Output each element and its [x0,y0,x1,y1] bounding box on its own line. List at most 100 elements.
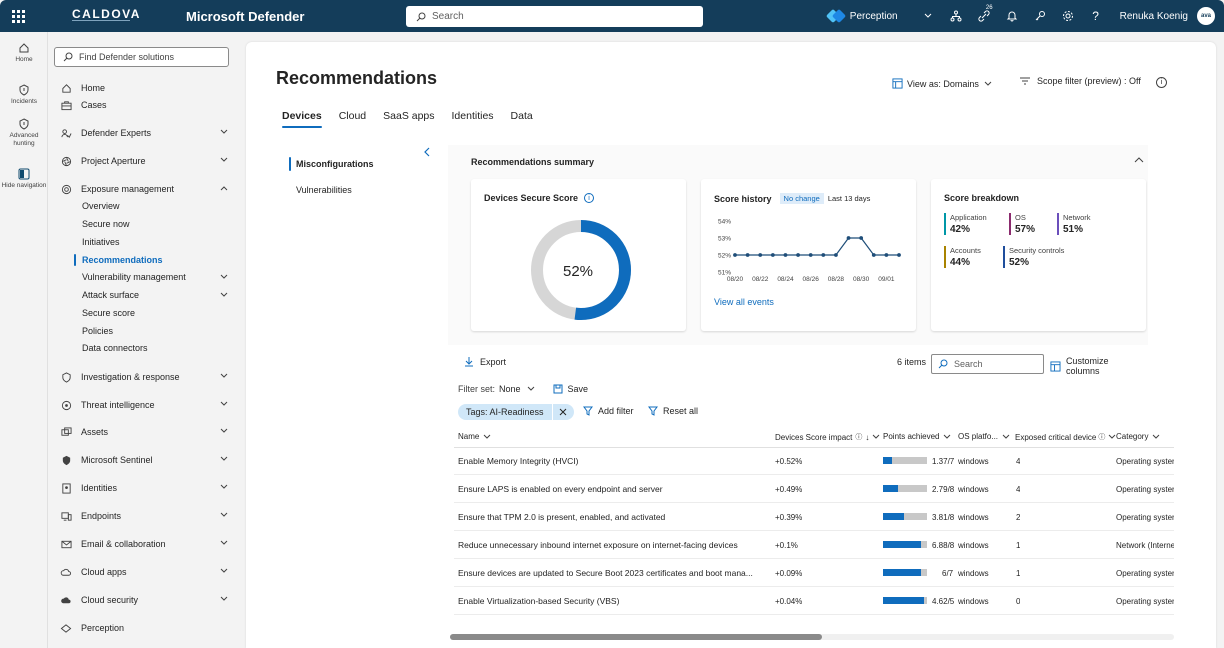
subnav-misconfigurations[interactable]: Misconfigurations [286,152,436,176]
nav-item-project-aperture[interactable]: Project Aperture [60,152,228,170]
chevron-down-icon [220,401,228,406]
app-launcher-icon[interactable] [10,8,26,24]
row-name[interactable]: Enable Memory Integrity (HVCI) [458,456,578,466]
view-as-dropdown[interactable]: View as: Domains [892,78,992,89]
row-os: windows [958,569,989,578]
horizontal-scrollbar[interactable] [450,634,1174,640]
export-button[interactable]: Export [464,356,506,367]
rail-hide-navigation[interactable]: Hide navigation [0,168,48,190]
filter-chip[interactable]: Tags: AI-Readiness [458,404,574,420]
row-points: 3.81/8 [932,513,955,522]
nav-item-exposure-management[interactable]: Exposure management [60,180,228,198]
chevron-down-icon[interactable] [527,386,535,392]
row-category: Operating syster [1116,457,1174,466]
tab-cloud[interactable]: Cloud [339,110,366,128]
table-row[interactable]: Enable Memory Integrity (HVCI) +0.52% 1.… [454,447,1174,475]
chevron-down-icon[interactable] [914,0,942,32]
nav-sub-data-connectors[interactable]: Data connectors [82,340,148,356]
row-name[interactable]: Reduce unnecessary inbound internet expo… [458,540,738,550]
nav-item-endpoints[interactable]: Endpoints [60,507,228,525]
table-search-placeholder: Search [954,359,983,369]
filter-set-dropdown[interactable]: None [499,384,521,394]
rail-home[interactable]: Home [0,42,48,64]
nav-sub-initiatives[interactable]: Initiatives [82,234,120,250]
nav-item-threat-intelligence[interactable]: Threat intelligence [60,396,228,414]
table-row[interactable]: Reduce unnecessary inbound internet expo… [454,531,1174,559]
score-history-card: Score history No change Last 13 days 54%… [701,179,916,331]
column-header-points[interactable]: Points achieved [883,432,951,441]
close-icon[interactable] [551,404,574,420]
nav-item-cloud-apps[interactable]: Cloud apps [60,563,228,581]
nav-sub-secure-score[interactable]: Secure score [82,305,135,321]
table-row[interactable]: Ensure LAPS is enabled on every endpoint… [454,475,1174,503]
subnav-vulnerabilities[interactable]: Vulnerabilities [286,178,436,202]
column-header-name[interactable]: Name [458,432,491,441]
collapse-summary-button[interactable] [1134,155,1144,166]
nav-item-email[interactable]: Email & collaboration [60,535,228,553]
add-filter-button[interactable]: Add filter [583,406,634,416]
nav-sub-attack-surface[interactable]: Attack surface [82,287,228,303]
column-header-exposed-devices[interactable]: Exposed critical device ⓘ [1015,432,1116,442]
avatar[interactable]: ava [1196,6,1216,26]
row-category: Operating syster [1116,569,1174,578]
org-tree-icon[interactable] [942,0,970,32]
nav-item-identities[interactable]: Identities [60,479,228,497]
app-title[interactable]: Microsoft Defender [186,9,304,24]
nav-sub-overview[interactable]: Overview [82,198,120,214]
gear-icon[interactable] [1054,0,1082,32]
rail-incidents[interactable]: Incidents [0,84,48,106]
info-icon[interactable]: i [1156,77,1167,88]
nav-sub-vulnerability-management[interactable]: Vulnerability management [82,269,228,285]
user-name[interactable]: Renuka Koenig [1120,11,1188,22]
row-category: Network (Interne [1116,541,1174,550]
nav-item-perception[interactable]: Perception [60,619,228,637]
column-header-os-platform[interactable]: OS platfo... [958,432,1010,441]
view-all-events-link[interactable]: View all events [714,297,774,307]
row-name[interactable]: Ensure that TPM 2.0 is present, enabled,… [458,512,665,522]
bell-icon[interactable] [998,0,1026,32]
nav-sub-recommendations[interactable]: Recommendations [74,252,163,268]
chevron-down-icon [220,540,228,545]
global-search-input[interactable]: Search [406,6,703,27]
nav-item-investigation[interactable]: Investigation & response [60,368,228,386]
row-name[interactable]: Ensure devices are updated to Secure Boo… [458,568,753,578]
nav-item-sentinel[interactable]: Microsoft Sentinel [60,451,228,469]
nav-sub-policies[interactable]: Policies [82,323,113,339]
collapse-panel-button[interactable] [424,146,431,160]
customize-columns-button[interactable]: Customize columns [1050,356,1144,376]
table-row[interactable]: Enable Virtualization-based Security (VB… [454,587,1174,615]
nav-search-input[interactable]: Find Defender solutions [54,47,229,67]
table-search-input[interactable]: Search [931,354,1044,374]
link-icon[interactable]: 26 [970,0,998,32]
nav-item-home[interactable]: Home [60,79,228,97]
row-os: windows [958,597,989,606]
column-header-category[interactable]: Category [1116,432,1160,441]
scrollbar-thumb[interactable] [450,634,822,640]
tab-saas-apps[interactable]: SaaS apps [383,110,434,128]
nav-item-defender-experts[interactable]: Defender Experts [60,124,228,142]
reset-all-button[interactable]: Reset all [648,406,698,416]
nav-sub-secure-now[interactable]: Secure now [82,216,130,232]
top-right-actions: Perception 26 ? Renuka Koenig ava [825,0,1224,32]
perception-button[interactable]: Perception [825,8,898,24]
nav-item-cloud-security[interactable]: Cloud security [60,591,228,609]
breakdown-security-controls-bar [1003,246,1005,268]
chevron-down-icon [220,484,228,489]
tab-devices[interactable]: Devices [282,110,322,128]
global-search-placeholder: Search [432,11,464,22]
help-icon[interactable]: ? [1082,0,1110,32]
key-icon[interactable] [1026,0,1054,32]
nav-item-assets[interactable]: Assets [60,423,228,441]
table-row[interactable]: Ensure that TPM 2.0 is present, enabled,… [454,503,1174,531]
nav-item-cases[interactable]: Cases [60,96,228,114]
table-row[interactable]: Ensure devices are updated to Secure Boo… [454,559,1174,587]
rail-advanced-hunting[interactable]: Advanced hunting [0,118,48,149]
save-button[interactable]: Save [553,384,588,394]
row-name[interactable]: Ensure LAPS is enabled on every endpoint… [458,484,663,494]
row-name[interactable]: Enable Virtualization-based Security (VB… [458,596,619,606]
tab-identities[interactable]: Identities [452,110,494,128]
tab-data[interactable]: Data [511,110,533,128]
column-header-score-impact[interactable]: Devices Score impact ⓘ ↓ [775,432,880,442]
info-icon[interactable]: i [584,193,595,203]
scope-filter-button[interactable]: Scope filter (preview) : Off [1019,76,1141,86]
